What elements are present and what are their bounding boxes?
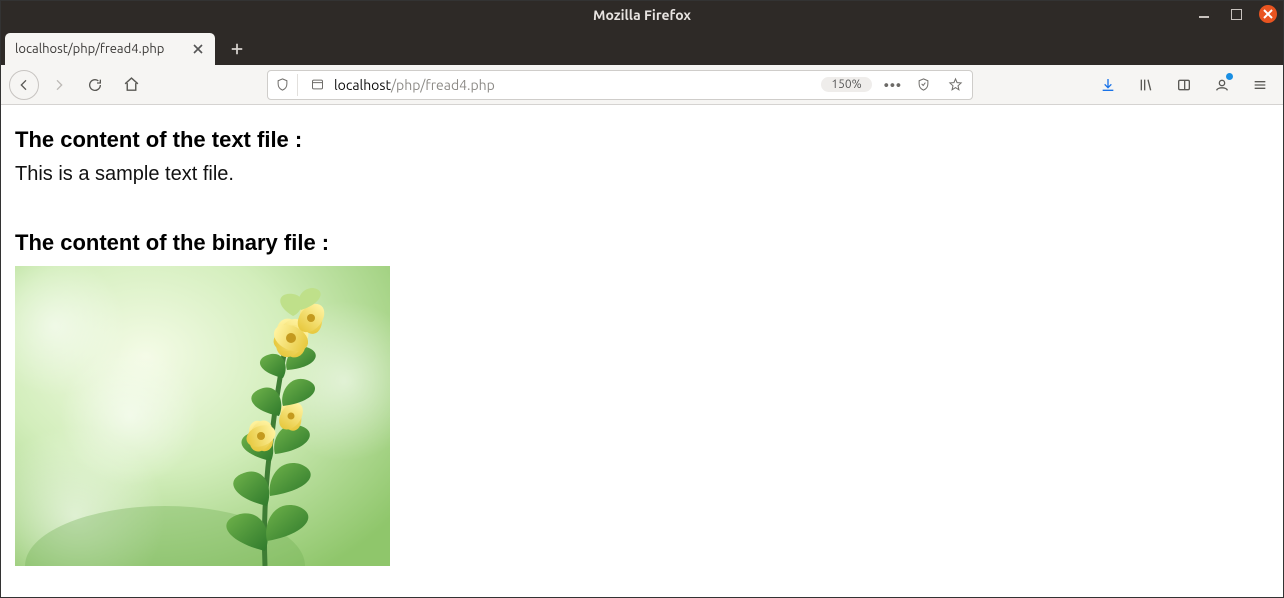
- reader-mode-icon[interactable]: [910, 74, 936, 96]
- page-viewport: The content of the text file : This is a…: [1, 105, 1283, 597]
- window-minimize-button[interactable]: [1195, 5, 1213, 23]
- forward-button[interactable]: [43, 69, 75, 101]
- bookmark-star-icon[interactable]: [942, 74, 968, 96]
- text-file-heading: The content of the text file :: [15, 127, 1269, 153]
- window-maximize-button[interactable]: [1227, 5, 1245, 23]
- urlbar-trailing-icons: •••: [882, 74, 968, 96]
- zoom-badge[interactable]: 150%: [821, 77, 871, 92]
- url-text: localhost/php/fread4.php: [334, 77, 817, 93]
- tab-close-button[interactable]: [191, 42, 205, 56]
- browser-tab[interactable]: localhost/php/fread4.php: [5, 33, 215, 65]
- browser-toolbar: localhost/php/fread4.php 150% •••: [1, 65, 1283, 105]
- tab-label: localhost/php/fread4.php: [15, 42, 183, 56]
- text-file-content: This is a sample text file.: [15, 163, 1269, 186]
- home-button[interactable]: [115, 69, 147, 101]
- account-icon[interactable]: [1207, 69, 1237, 101]
- reload-button[interactable]: [79, 69, 111, 101]
- site-info-icon[interactable]: [304, 74, 330, 96]
- window-close-button[interactable]: [1259, 5, 1277, 23]
- toolbar-right-icons: [1093, 69, 1275, 101]
- url-host: localhost: [334, 77, 391, 93]
- page-actions-icon[interactable]: •••: [882, 77, 904, 93]
- library-icon[interactable]: [1131, 69, 1161, 101]
- tab-strip: localhost/php/fread4.php: [1, 29, 1283, 65]
- url-path: /php/fread4.php: [391, 77, 495, 93]
- url-bar[interactable]: localhost/php/fread4.php 150% •••: [267, 70, 973, 100]
- sidebar-icon[interactable]: [1169, 69, 1199, 101]
- tracking-protection-icon[interactable]: [272, 74, 298, 96]
- back-button[interactable]: [9, 70, 39, 100]
- notification-dot-icon: [1226, 73, 1233, 80]
- downloads-icon[interactable]: [1093, 69, 1123, 101]
- new-tab-button[interactable]: [221, 33, 253, 65]
- binary-file-image: [15, 266, 390, 566]
- hamburger-menu-icon[interactable]: [1245, 69, 1275, 101]
- window-titlebar: Mozilla Firefox: [1, 1, 1283, 29]
- binary-file-heading: The content of the binary file :: [15, 230, 1269, 256]
- window-title: Mozilla Firefox: [593, 7, 691, 23]
- window-controls: [1195, 5, 1277, 23]
